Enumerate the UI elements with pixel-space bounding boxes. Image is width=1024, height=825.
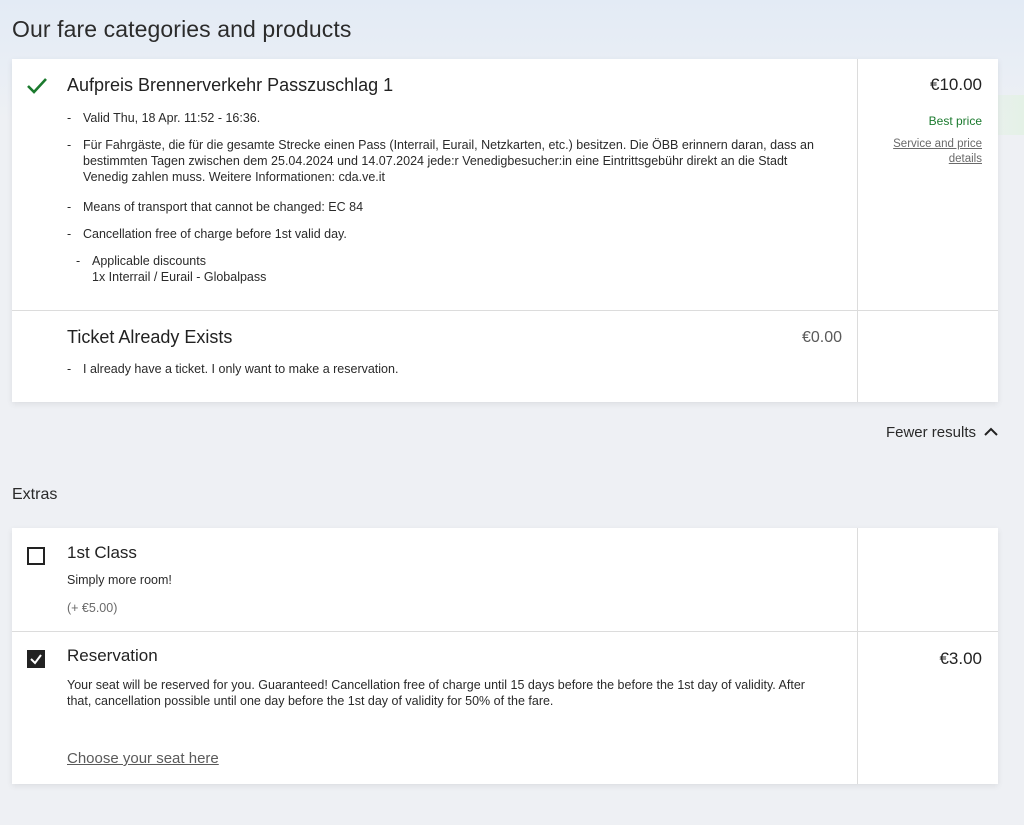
extra-price: €3.00 <box>939 649 982 668</box>
extra-row-reservation[interactable]: Reservation Your seat will be reserved f… <box>12 632 998 784</box>
fare-detail-pass-info: - Für Fahrgäste, die für die gesamte Stre… <box>67 138 814 184</box>
extras-card: 1st Class Simply more room! (+ €5.00) Re… <box>12 528 998 784</box>
fare-row-side: €10.00 Best price Service and price deta… <box>858 59 998 310</box>
fare-detail-cancellation: - Cancellation free of charge before 1st … <box>67 227 347 241</box>
extra-subtitle: Simply more room! <box>67 573 172 587</box>
service-price-details-link[interactable]: Service and price details <box>893 137 982 167</box>
chevron-up-icon <box>984 424 998 441</box>
fare-price: €10.00 <box>930 75 982 94</box>
extra-title: Reservation <box>67 646 158 665</box>
extra-surcharge: (+ €5.00) <box>67 601 118 615</box>
checkbox-checked-icon[interactable] <box>27 650 45 668</box>
choose-seat-link[interactable]: Choose your seat here <box>67 750 219 767</box>
checkmark-icon <box>26 77 48 100</box>
fewer-results-label: Fewer results <box>885 424 976 441</box>
fare-detail-reservation-only: -I already have a ticket. I only want to… <box>67 362 399 376</box>
fare-row-passzuschlag[interactable]: Aufpreis Brennerverkehr Passzuschlag 1 -… <box>12 59 998 311</box>
fare-detail-validity: - Valid Thu, 18 Apr. 11:52 - 16:36. <box>67 111 261 125</box>
extra-title: 1st Class <box>67 543 137 562</box>
fare-card: Aufpreis Brennerverkehr Passzuschlag 1 -… <box>12 59 998 402</box>
extra-row-side <box>858 528 998 631</box>
fare-row-ticket-exists[interactable]: Ticket Already Exists €0.00 -I already h… <box>12 311 998 402</box>
extra-description: Your seat will be reserved for you. Guar… <box>67 678 805 708</box>
extra-row-main: 1st Class Simply more room! (+ €5.00) <box>12 528 858 631</box>
extra-row-main: Reservation Your seat will be reserved f… <box>12 632 858 784</box>
page-title: Our fare categories and products <box>12 16 352 42</box>
fare-detail-transport: - Means of transport that cannot be chang… <box>67 200 364 214</box>
fare-row-side <box>858 311 998 402</box>
extras-heading: Extras <box>12 486 58 503</box>
checkbox-empty-icon[interactable] <box>27 547 45 565</box>
fare-title: Aufpreis Brennerverkehr Passzuschlag 1 <box>67 75 394 95</box>
fare-row-main: Aufpreis Brennerverkehr Passzuschlag 1 -… <box>12 59 858 310</box>
fewer-results-button[interactable]: Fewer results <box>886 424 998 441</box>
best-price-badge: Best price <box>928 114 982 128</box>
fare-detail-discounts: - Applicable discounts 1x Interrail / Eu… <box>76 254 267 284</box>
fare-price: €0.00 <box>801 329 842 346</box>
extra-row-side: €3.00 <box>858 632 998 784</box>
extra-row-first-class[interactable]: 1st Class Simply more room! (+ €5.00) <box>12 528 998 632</box>
fare-title: Ticket Already Exists <box>67 327 233 347</box>
fare-row-main: Ticket Already Exists €0.00 -I already h… <box>12 311 858 402</box>
